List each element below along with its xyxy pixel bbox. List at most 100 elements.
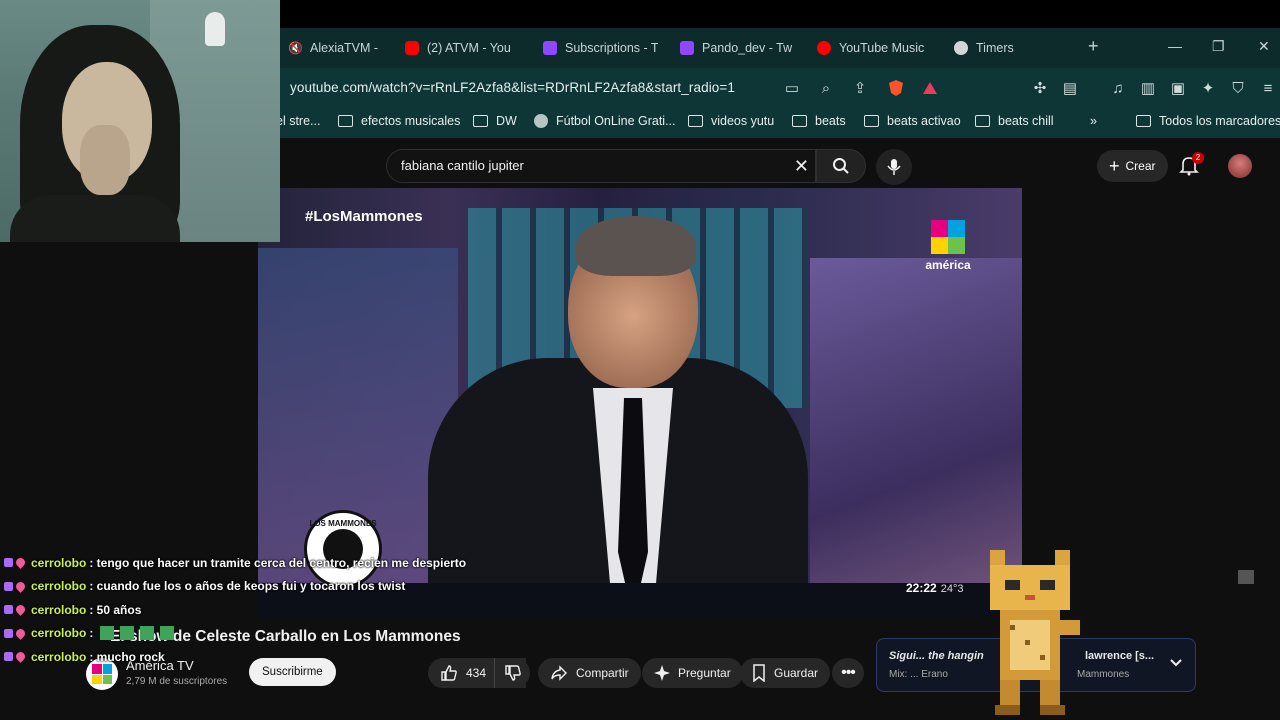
vpn-icon[interactable]: ⛉ xyxy=(1228,78,1248,98)
folder-icon xyxy=(792,115,807,127)
search-box[interactable]: fabiana cantilo jupiter ✕ xyxy=(386,149,816,183)
clear-search-icon[interactable]: ✕ xyxy=(794,156,809,177)
subscriber-count: 2,79 M de suscriptores xyxy=(126,676,228,687)
bookmarks-overflow-button[interactable]: » xyxy=(1090,114,1097,128)
bookmark-label: Fútbol OnLine Grati... xyxy=(556,114,676,128)
subscriber-badge-icon xyxy=(4,652,13,662)
tab-youtube-music[interactable]: YouTube Music xyxy=(817,38,932,58)
chat-text: : cuando fue los o años de keops fui y t… xyxy=(89,579,406,594)
chat-text: : mucho rock xyxy=(89,649,165,664)
next-title-right: lawrence [s... xyxy=(1085,650,1155,662)
bookmark-beats-activao[interactable]: beats activao xyxy=(864,114,961,128)
tab-label: AlexiaTVM - xyxy=(310,41,378,55)
tab-atvm-youtube[interactable]: (2) ATVM - You xyxy=(405,38,520,58)
tab-label: YouTube Music xyxy=(839,41,925,55)
bookmark-label: videos yutu xyxy=(711,114,775,128)
webcam-overlay xyxy=(0,0,280,242)
ghost-mask-decoration xyxy=(205,12,225,46)
reader-mode-icon[interactable]: ▤ xyxy=(1060,78,1080,98)
bookmark-beats-chill[interactable]: beats chill xyxy=(975,114,1054,128)
twitch-icon xyxy=(543,41,557,55)
tab-pando-dev[interactable]: Pando_dev - Twi xyxy=(680,38,792,58)
tab-alexiatvm[interactable]: 🔇 AlexiaTVM - xyxy=(288,38,378,58)
microphone-icon xyxy=(887,159,901,175)
close-window-button[interactable]: ✕ xyxy=(1258,38,1270,55)
clock-time: 22:22 xyxy=(906,581,937,595)
bookmark-futbol-online[interactable]: Fútbol OnLine Grati... xyxy=(534,114,676,128)
bookmark-beats[interactable]: beats xyxy=(792,114,846,128)
tab-timers[interactable]: Timers xyxy=(954,38,1034,58)
subscriber-badge-icon xyxy=(4,581,13,591)
folder-icon xyxy=(975,115,990,127)
extensions-icon[interactable]: ✣ xyxy=(1030,78,1050,98)
heart-badge-icon xyxy=(14,579,27,593)
leo-ai-icon[interactable]: ✦ xyxy=(1198,78,1218,98)
save-label: Guardar xyxy=(774,666,819,680)
subscriber-badge-icon xyxy=(4,628,13,638)
wallet-icon[interactable]: ▣ xyxy=(1168,78,1188,98)
youtube-icon xyxy=(405,41,419,55)
search-input[interactable]: fabiana cantilo jupiter xyxy=(401,158,524,173)
tab-subscriptions[interactable]: Subscriptions - T xyxy=(543,38,658,58)
ask-button[interactable]: Preguntar xyxy=(642,658,743,688)
bookmark-label: beats activao xyxy=(887,114,961,128)
next-subtitle-left: Mix: ... Erano xyxy=(889,669,948,680)
brave-shield-icon[interactable] xyxy=(886,78,906,98)
media-icon[interactable]: ♫ xyxy=(1108,78,1128,98)
save-button[interactable]: Guardar xyxy=(740,658,831,688)
bookmark-label: beats chill xyxy=(998,114,1054,128)
account-avatar[interactable] xyxy=(1228,154,1252,178)
stream-chat-overlay: cerrolobo: tengo que hacer un tramite ce… xyxy=(4,551,484,669)
chat-username: cerrolobo xyxy=(31,649,87,664)
twitch-icon xyxy=(680,41,694,55)
next-title-left: Sigui... the hangin xyxy=(889,650,984,662)
globe-icon xyxy=(534,114,548,128)
restore-button[interactable]: ❐ xyxy=(1212,38,1225,55)
menu-icon[interactable]: ≡ xyxy=(1258,78,1278,98)
chat-username: cerrolobo xyxy=(31,602,87,617)
plus-icon: + xyxy=(1109,156,1120,176)
tab-label: Timers xyxy=(976,41,1014,55)
chat-message: cerrolobo: 50 años xyxy=(4,598,484,622)
folder-icon xyxy=(473,115,488,127)
bookmark-dw[interactable]: DW xyxy=(473,114,517,128)
bookmark-label: el stre... xyxy=(276,114,321,128)
share-button[interactable]: Compartir xyxy=(538,658,641,688)
minimize-button[interactable]: — xyxy=(1168,38,1182,54)
subscriber-badge-icon xyxy=(4,558,13,568)
share-label: Compartir xyxy=(576,666,629,680)
brave-rewards-icon[interactable] xyxy=(920,78,940,98)
share-page-icon[interactable]: ⇪ xyxy=(850,78,870,98)
clock-temperature: 24°3 xyxy=(940,583,964,595)
money-emote-icon xyxy=(100,626,181,641)
chat-text: : 50 años xyxy=(89,602,142,617)
chat-username: cerrolobo xyxy=(31,579,87,594)
chat-username: cerrolobo xyxy=(31,626,87,641)
url-field[interactable]: youtube.com/watch?v=rRnLF2Azfa8&list=RDr… xyxy=(290,80,735,95)
create-button[interactable]: + Crear xyxy=(1097,150,1168,182)
chevron-double-right-icon: » xyxy=(1090,114,1097,128)
heart-badge-icon xyxy=(14,556,27,570)
bookmark-all-bookmarks[interactable]: Todos los marcadores xyxy=(1136,114,1280,128)
zoom-icon[interactable]: ⌕ xyxy=(816,78,836,98)
bookmark-label: efectos musicales xyxy=(361,114,461,128)
bookmark-efectos-musicales[interactable]: efectos musicales xyxy=(338,114,460,128)
subscriber-badge-icon xyxy=(4,605,13,615)
muted-speaker-icon[interactable]: 🔇 xyxy=(288,41,303,55)
chevron-down-icon[interactable] xyxy=(1169,655,1183,669)
create-label: Crear xyxy=(1125,159,1156,173)
voice-search-button[interactable] xyxy=(876,149,912,185)
new-tab-button[interactable]: + xyxy=(1088,36,1099,57)
cast-icon[interactable]: ▭ xyxy=(782,78,802,98)
sparkle-icon xyxy=(654,665,670,681)
heart-badge-icon xyxy=(14,603,27,617)
bookmark-icon xyxy=(753,664,765,682)
more-actions-button[interactable]: ••• xyxy=(832,658,864,688)
dislike-button[interactable] xyxy=(494,658,530,688)
bookmark-el-stream[interactable]: el stre... xyxy=(276,114,320,128)
streamer-hand xyxy=(80,125,130,195)
tab-label: Pando_dev - Twi xyxy=(702,41,792,55)
search-button[interactable] xyxy=(816,149,866,183)
bookmark-videos-yutu[interactable]: videos yutu xyxy=(688,114,774,128)
sidebar-icon[interactable]: ▥ xyxy=(1138,78,1158,98)
